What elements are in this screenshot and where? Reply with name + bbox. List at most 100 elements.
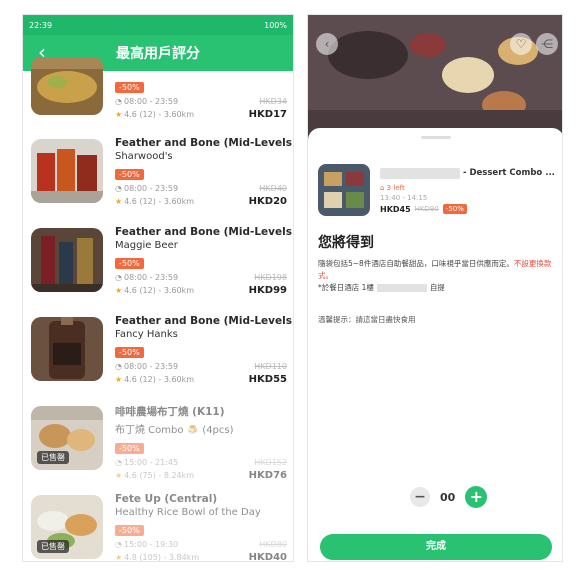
sold-out-badge: 已售罄: [37, 451, 69, 464]
star-icon: ★: [115, 197, 123, 206]
original-price: HKD40: [259, 184, 287, 193]
quantity-value: 00: [440, 490, 456, 504]
product-name: Sharwood's: [115, 151, 173, 162]
list-item[interactable]: -50% ◔ 08:00 - 23:59 HKD34 ★ 4.6 (12) - 3.…: [23, 57, 293, 129]
discount-badge: -50%: [115, 82, 144, 93]
star-icon: ★: [115, 110, 123, 119]
original-price: HKD90: [414, 205, 439, 213]
status-battery: 100%: [264, 20, 287, 30]
description-main: 隨袋包括5~8件酒店自助餐甜品，口味視乎當日供應而定。: [318, 259, 514, 268]
item-rating-row: ★ 4.6 (12) - 3.60km HKD55: [115, 374, 287, 385]
list-item[interactable]: Feather and Bone (Mid-Levels) Sharwood's…: [23, 129, 293, 218]
item-time-row: ◔ 15:00 - 19:30 HKD80: [115, 540, 287, 549]
pickup-time: 08:00 - 23:59: [123, 184, 179, 193]
list-item[interactable]: Feather and Bone (Mid-Levels) Maggie Bee…: [23, 218, 293, 307]
clock-icon: ◔: [115, 540, 122, 549]
pickup-time: 13:40 - 14:15: [380, 194, 428, 202]
rating-distance: 4.6 (12) - 3.60km: [124, 286, 195, 295]
discount-price: HKD45: [380, 204, 411, 214]
discount-price: HKD40: [248, 552, 287, 562]
rating-distance: 4.6 (12) - 3.60km: [124, 197, 195, 206]
status-time: 22:39: [29, 20, 53, 30]
star-icon: ★: [115, 286, 123, 295]
back-icon[interactable]: ‹: [316, 33, 338, 55]
pickup-time: 08:00 - 23:59: [123, 97, 179, 106]
section-title: 您將得到: [318, 235, 374, 251]
pickup-time: 15:00 - 21:45: [123, 458, 179, 467]
item-thumbnail: 已售罄: [31, 495, 103, 559]
pickup-location-prefix: *於餐日酒店 1樓: [318, 283, 374, 292]
pickup-location-suffix: 自提: [429, 283, 445, 292]
item-info: Feather and Bone (Mid-Levels) Maggie Bee…: [115, 226, 294, 296]
star-icon: ★: [115, 471, 123, 480]
redacted-product-name: [380, 168, 460, 179]
clock-icon: ◔: [115, 362, 122, 371]
sheet-drag-handle[interactable]: [421, 136, 451, 139]
item-rating-row: ★ 4.8 (105) - 3.84km HKD40: [115, 552, 287, 562]
description-line2: *於餐日酒店 1樓 自提: [318, 282, 558, 294]
original-price: HKD198: [254, 273, 287, 282]
rating-distance: 4.8 (105) - 3.84km: [124, 553, 200, 562]
store-name: Fete Up (Central): [115, 493, 218, 505]
item-thumbnail-image: [31, 139, 103, 203]
item-time-row: ◔ 15:00 - 21:45 HKD152: [115, 458, 287, 467]
item-thumbnail: [31, 57, 103, 115]
discount-badge: -50%: [115, 258, 144, 269]
item-info: Fete Up (Central) Healthy Rice Bowl of t…: [115, 493, 287, 562]
done-button[interactable]: 完成: [320, 534, 552, 560]
pickup-time: 08:00 - 23:59: [123, 273, 179, 282]
discount-price: HKD20: [248, 196, 287, 207]
description: 隨袋包括5~8件酒店自助餐甜品，口味視乎當日供應而定。不設更換款式。 *於餐日酒…: [318, 258, 558, 294]
list-item[interactable]: Feather and Bone (Mid-Levels) Fancy Hank…: [23, 307, 293, 396]
reminder-tip: 溫馨提示：請這當日盡快食用: [318, 315, 416, 324]
redacted-location: [376, 284, 427, 292]
description-line1: 隨袋包括5~8件酒店自助餐甜品，口味視乎當日供應而定。不設更換款式。: [318, 258, 558, 282]
clock-icon: ◔: [115, 458, 122, 467]
discount-price: HKD55: [248, 374, 287, 385]
rating-distance: 4.6 (12) - 3.60km: [124, 110, 195, 119]
clock-icon: ◔: [115, 273, 122, 282]
original-price: HKD110: [254, 362, 287, 371]
item-rating-row: ★ 4.6 (12) - 3.60km HKD17: [115, 109, 287, 120]
discount-badge: -50%: [115, 169, 144, 180]
discount-price: HKD76: [248, 470, 287, 481]
store-list[interactable]: -50% ◔ 08:00 - 23:59 HKD34 ★ 4.6 (12) - 3.…: [23, 57, 293, 562]
rating-distance: 4.6 (12) - 3.60km: [124, 375, 195, 384]
rating-distance: 4.6 (75) - 8.24km: [124, 471, 195, 480]
item-thumbnail-image: [31, 317, 103, 381]
star-icon: ★: [115, 553, 123, 562]
item-rating-row: ★ 4.6 (12) - 3.60km HKD99: [115, 285, 287, 296]
plus-icon[interactable]: +: [465, 486, 488, 508]
quantity-stepper: − 00 +: [410, 486, 488, 508]
discount-badge: -50%: [115, 347, 144, 358]
stock-left-text: 3 left: [386, 184, 405, 192]
list-item[interactable]: 已售罄 啡啡農場布丁燒 (K11) 布丁燒 Combo 🍮 (4pcs) -50…: [23, 396, 293, 485]
original-price: HKD152: [254, 458, 287, 467]
heart-icon[interactable]: ♡: [510, 33, 532, 55]
store-name: Feather and Bone (Mid-Levels): [115, 315, 294, 327]
item-time-row: ◔ 08:00 - 23:59 HKD34: [115, 97, 287, 106]
item-info: 啡啡農場布丁燒 (K11) 布丁燒 Combo 🍮 (4pcs) -50% ◔ 1…: [115, 404, 287, 481]
item-info: Feather and Bone (Mid-Levels) Sharwood's…: [115, 137, 294, 207]
item-thumbnail-image: [31, 228, 103, 292]
item-thumbnail-image: [31, 57, 103, 115]
share-icon[interactable]: ⋲: [536, 33, 558, 55]
original-price: HKD34: [259, 97, 287, 106]
item-thumbnail: 已售罄: [31, 406, 103, 470]
store-name: Feather and Bone (Mid-Levels): [115, 137, 294, 149]
product-name: Healthy Rice Bowl of the Day: [115, 507, 261, 518]
list-item[interactable]: 已售罄 Fete Up (Central) Healthy Rice Bowl …: [23, 485, 293, 562]
product-thumbnail: [318, 164, 370, 216]
item-rating-row: ★ 4.6 (75) - 8.24km HKD76: [115, 470, 287, 481]
item-time-row: ◔ 08:00 - 23:59 HKD198: [115, 273, 287, 282]
store-name: Feather and Bone (Mid-Levels): [115, 226, 294, 238]
star-icon: ★: [115, 375, 123, 384]
discount-price: HKD99: [248, 285, 287, 296]
product-name: Fancy Hanks: [115, 329, 178, 340]
item-thumbnail: [31, 228, 103, 292]
item-info: -50% ◔ 08:00 - 23:59 HKD34 ★ 4.6 (12) - 3.…: [115, 75, 287, 120]
minus-icon[interactable]: −: [410, 487, 430, 507]
product-prices: HKD45 HKD90 -50%: [380, 204, 467, 214]
item-info: Feather and Bone (Mid-Levels) Fancy Hank…: [115, 315, 294, 385]
item-time-row: ◔ 08:00 - 23:59 HKD110: [115, 362, 287, 371]
